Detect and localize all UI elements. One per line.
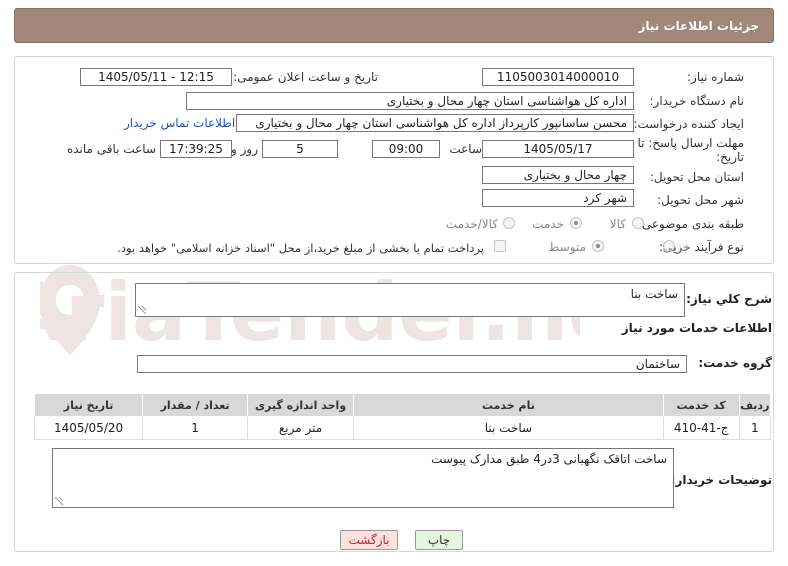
city-label: شهر محل تحویل:	[657, 193, 744, 207]
process-option-minor: جزیی	[662, 240, 690, 254]
cell-service-code: ج-41-410	[662, 416, 740, 440]
deadline-time-label: ساعت	[449, 142, 482, 156]
deadline-time-field: 09:00	[372, 140, 440, 158]
col-unit: واحد اندازه گیری	[247, 393, 355, 417]
category-option-goods-service: کالا/خدمت	[445, 217, 498, 231]
category-radio-service[interactable]	[570, 217, 582, 229]
city-field: شهر کرد	[482, 189, 634, 207]
province-field: چهار محال و بختیاری	[482, 166, 634, 184]
deadline-date-label: تاریخ:	[716, 150, 744, 164]
category-option-service: خدمت	[532, 217, 564, 231]
category-radio-goods[interactable]	[632, 217, 644, 229]
service-group-field: ساختمان	[137, 355, 687, 373]
cell-need-date: 1405/05/20	[33, 416, 144, 440]
cell-service-name: ساخت بنا	[353, 416, 664, 440]
summary-value: ساخت بنا	[630, 287, 678, 301]
need-number-field: 1105003014000010	[482, 68, 634, 86]
process-radio-medium[interactable]	[592, 240, 604, 252]
col-quantity: تعداد / مقدار	[142, 393, 249, 417]
col-service-code: کد خدمت	[662, 393, 740, 417]
remaining-time-label: ساعت باقی مانده	[66, 142, 156, 156]
need-info-panel	[14, 56, 774, 264]
category-radio-goods-service[interactable]	[503, 217, 515, 229]
buyer-notes-value: ساخت اتاقک نگهبانی 3در4 طبق مدارک پیوست	[431, 452, 667, 466]
creator-label: ایجاد کننده درخواست:	[633, 117, 744, 131]
category-label: طبقه بندی موضوعی:	[637, 217, 744, 231]
col-service-name: نام خدمت	[353, 393, 664, 417]
need-number-label: شماره نیاز:	[687, 70, 744, 84]
buyer-notes-textarea[interactable]: ساخت اتاقک نگهبانی 3در4 طبق مدارک پیوست	[52, 448, 674, 508]
cell-row-number: 1	[738, 416, 772, 440]
province-label: استان محل تحویل:	[649, 170, 744, 184]
services-table: ردیف کد خدمت نام خدمت واحد اندازه گیری ت…	[33, 393, 772, 440]
service-group-label: گروه خدمت:	[698, 356, 772, 370]
resize-handle-icon[interactable]	[55, 497, 63, 505]
services-title: اطلاعات خدمات مورد نیاز	[621, 321, 772, 335]
table-header-row: ردیف کد خدمت نام خدمت واحد اندازه گیری ت…	[33, 393, 772, 417]
cell-unit: متر مربع	[247, 416, 355, 440]
days-remaining-field: 5	[262, 140, 338, 158]
announce-date-field: 1405/05/11 - 12:15	[80, 68, 232, 86]
resize-handle-icon[interactable]	[138, 306, 146, 314]
buyer-org-label: نام دستگاه خریدار:	[649, 94, 745, 108]
buyer-contact-link[interactable]: اطلاعات تماس خریدار	[124, 116, 235, 130]
summary-label: شرح کلي نياز:	[686, 292, 772, 306]
days-label: روز و	[231, 142, 258, 156]
treasury-checkbox[interactable]	[494, 240, 506, 252]
col-row-number: ردیف	[738, 393, 772, 417]
remaining-time-field: 17:39:25	[160, 140, 232, 158]
summary-textarea[interactable]: ساخت بنا	[135, 283, 685, 317]
announce-date-label: تاریخ و ساعت اعلان عمومی:	[233, 70, 378, 84]
buyer-notes-label: توضیحات خریدار:	[670, 473, 772, 487]
back-button[interactable]: بازگشت	[340, 530, 398, 550]
print-button[interactable]: چاپ	[415, 530, 463, 550]
category-option-goods: کالا	[609, 217, 626, 231]
treasury-payment-note: پرداخت تمام یا بخشی از مبلغ خرید،از محل …	[117, 241, 484, 255]
buyer-org-field: اداره کل هواشناسی استان چهار محال و بختی…	[186, 92, 634, 110]
deadline-date-field: 1405/05/17	[482, 140, 634, 158]
page-header: جزئیات اطلاعات نیاز	[14, 8, 774, 43]
col-need-date: تاریخ نیاز	[33, 393, 144, 417]
deadline-label: مهلت ارسال پاسخ: تا	[637, 136, 744, 150]
cell-quantity: 1	[142, 416, 249, 440]
table-row: 1 ج-41-410 ساخت بنا متر مربع 1 1405/05/2…	[33, 416, 772, 440]
process-option-medium: متوسط	[548, 240, 586, 254]
page-title: جزئیات اطلاعات نیاز	[638, 19, 759, 33]
creator-field: محسن ساسانپور کارپرداز اداره کل هواشناسی…	[236, 114, 634, 132]
